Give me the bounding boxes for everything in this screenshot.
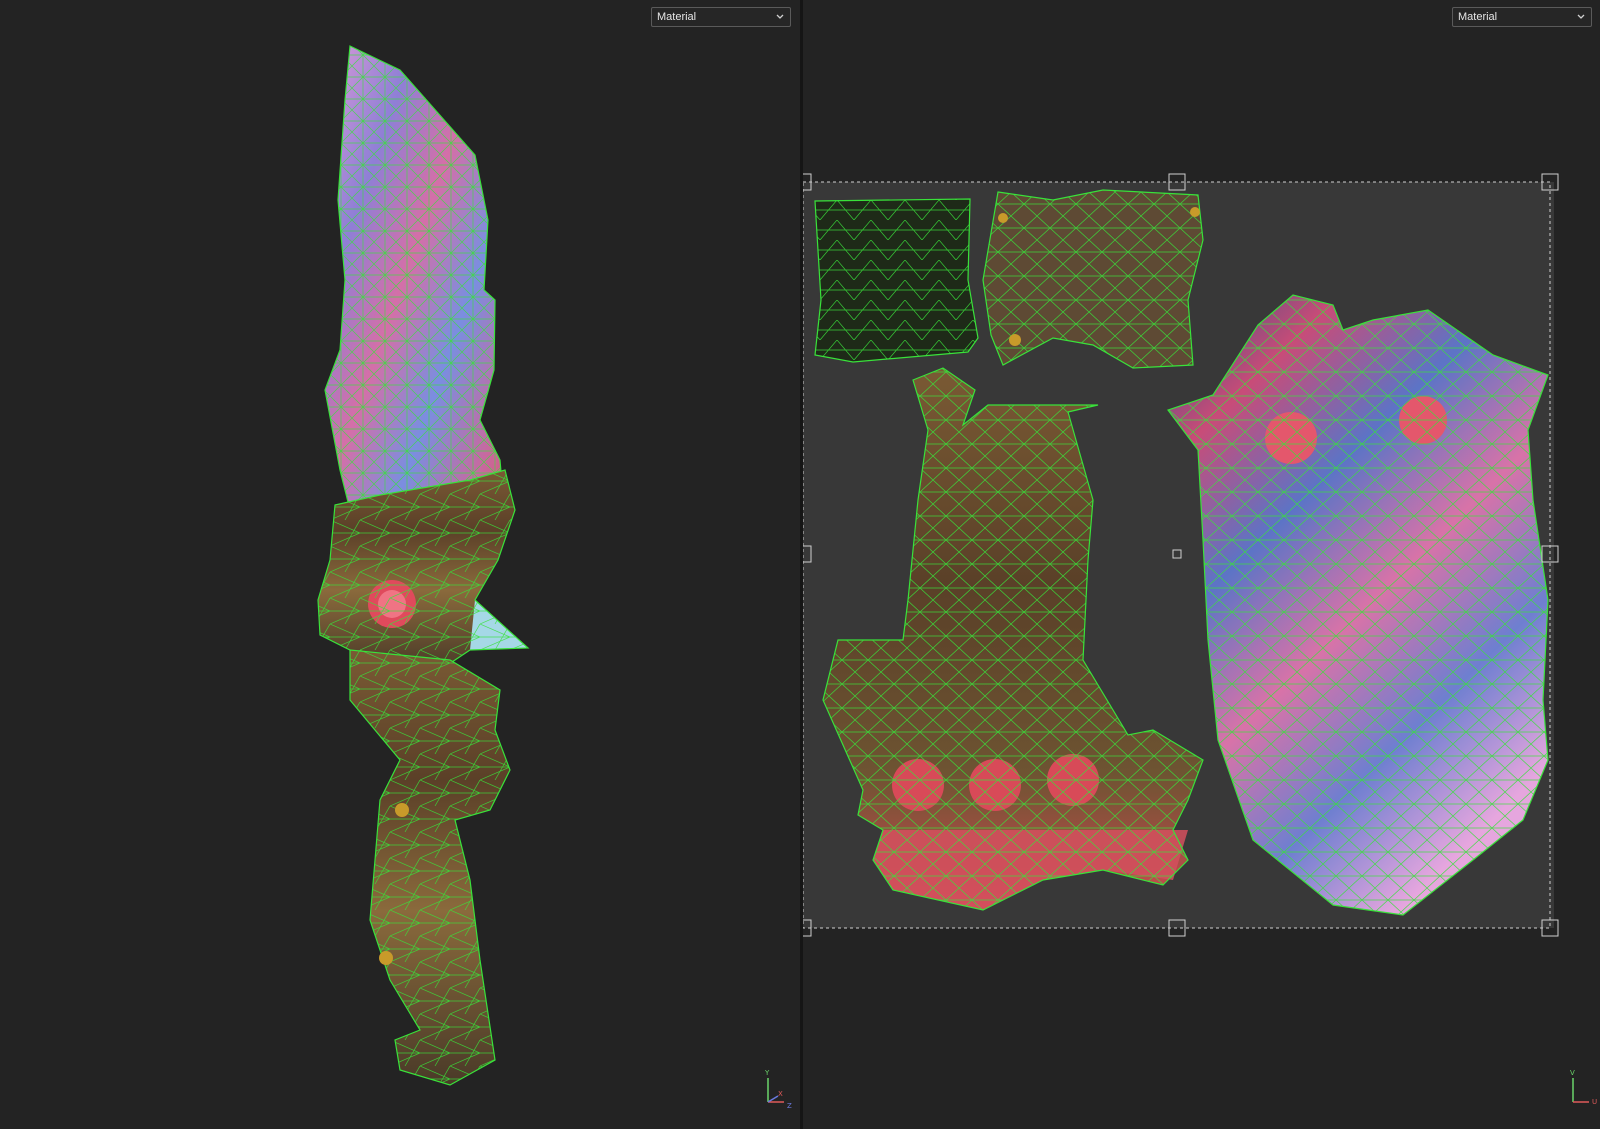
axis-x-label: X <box>778 1090 783 1098</box>
uv-layout[interactable] <box>803 0 1600 1129</box>
viewport-3d[interactable]: Material Y X Z <box>0 0 800 1129</box>
axis-gizmo-icon: V U <box>1563 1069 1600 1112</box>
sword-model[interactable] <box>0 0 800 1129</box>
viewport-uv[interactable]: Material V U <box>803 0 1600 1129</box>
axis-v-label: V <box>1570 1069 1575 1077</box>
axis-gizmo-icon: Y X Z <box>758 1069 798 1112</box>
axis-y-label: Y <box>765 1069 770 1077</box>
chevron-down-icon <box>1577 14 1585 19</box>
shading-mode-label: Material <box>657 11 697 23</box>
shading-mode-dropdown-3d[interactable]: Material <box>651 7 791 27</box>
axis-z-label: Z <box>787 1102 792 1110</box>
shading-mode-dropdown-uv[interactable]: Material <box>1452 7 1592 27</box>
axis-u-label: U <box>1592 1098 1598 1106</box>
shading-mode-label: Material <box>1458 11 1498 23</box>
chevron-down-icon <box>776 14 784 19</box>
